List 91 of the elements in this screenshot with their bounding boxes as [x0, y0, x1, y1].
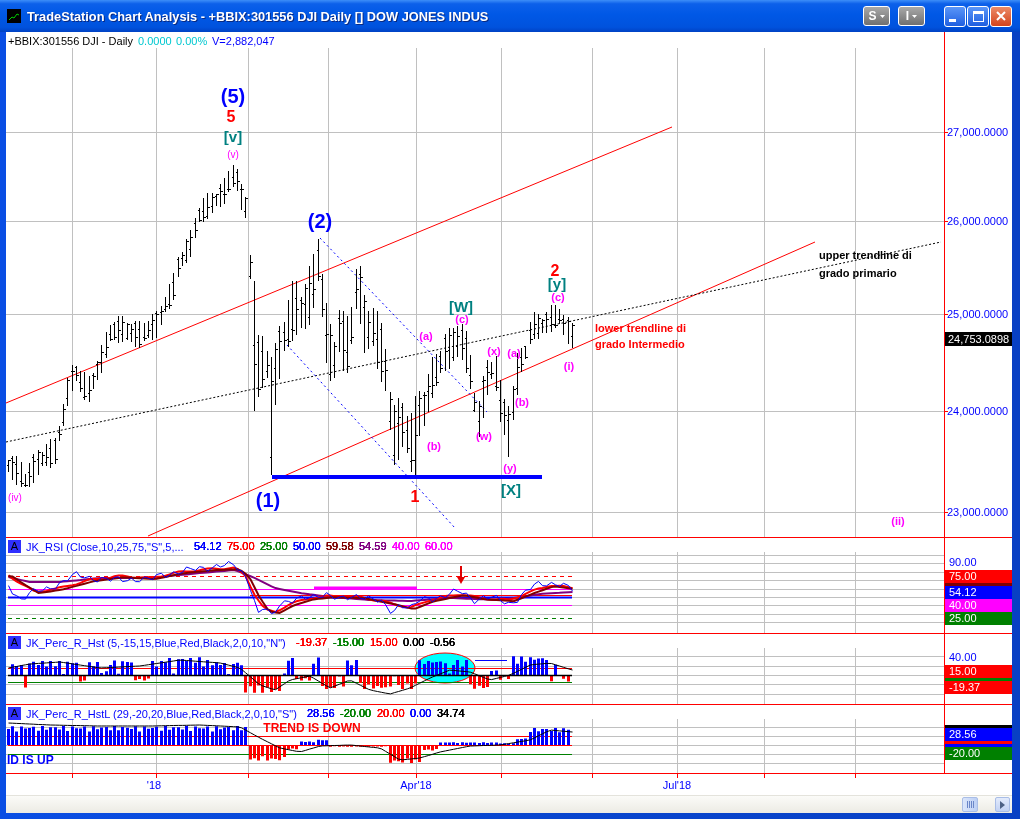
wave-label: (2) — [307, 210, 333, 232]
study-value: 54.59 — [359, 540, 387, 553]
price-change: 0.0000 — [138, 35, 172, 47]
date-axis-label: Apr'18 — [400, 779, 432, 791]
marker-line — [474, 660, 508, 661]
wave-label: (c) — [551, 291, 565, 303]
menu-button[interactable]: S — [863, 6, 890, 26]
axis-value-tag: 75.00 — [945, 570, 1012, 583]
wave-label: (c) — [455, 313, 469, 325]
study-value: 28.56 — [307, 707, 335, 720]
study-name: JK_Perc_R_Hst (5,-15,15,Blue,Red,Black,2,0,10,"N") — [26, 636, 286, 649]
minimize-button[interactable] — [944, 5, 966, 27]
study-value: 25.00 — [260, 540, 288, 553]
axis-value-tag: 40.00 — [945, 599, 1012, 612]
study-value: -19.37 — [296, 636, 328, 649]
study-value: 54.12 — [194, 540, 222, 553]
study-value: 60.00 — [425, 540, 453, 553]
menu-button[interactable]: I — [898, 6, 925, 26]
study-value: -20.00 — [340, 707, 372, 720]
price-axis-label: 23,000.0000 — [947, 506, 1009, 518]
wave-label: (1) — [255, 489, 281, 511]
wave-label: (i) — [563, 360, 575, 372]
wave-label: (x) — [487, 345, 501, 357]
study-value: 34.74 — [437, 707, 465, 720]
wave-label: (w) — [476, 430, 492, 442]
study-value: 40.00 — [392, 540, 420, 553]
axis-label: 40.00 — [949, 651, 977, 664]
last-price-tag: 24,753.0898 — [945, 332, 1012, 346]
axis-value-tag: -19.37 — [945, 681, 1012, 694]
study-name: JK_Perc_R_HstL (29,-20,20,Blue,Red,Black,2,0,10,"S") — [26, 707, 297, 720]
study-tag: A — [8, 707, 21, 720]
volume-label: V=2,882,047 — [212, 35, 275, 47]
caret-icon — [912, 14, 918, 18]
percent-change: 0.00% — [176, 35, 208, 47]
scroll-thumb[interactable] — [962, 797, 978, 812]
axis-label: 90.00 — [949, 556, 977, 569]
wave-label: 5 — [226, 108, 236, 125]
study-value: 0.00 — [410, 707, 432, 720]
study-value: 59.58 — [326, 540, 354, 553]
study-tag: A — [8, 636, 21, 649]
wave-label: (ii) — [891, 515, 905, 527]
caret-icon — [879, 14, 885, 18]
study-value: 0.00 — [403, 636, 425, 649]
wave-label: (iv) — [8, 492, 22, 503]
wave-label: (5) — [220, 85, 246, 107]
axis-value-tag: 25.00 — [945, 612, 1012, 625]
wave-label: (b) — [427, 440, 441, 452]
scroll-right-button[interactable] — [995, 797, 1010, 812]
maximize-button[interactable] — [967, 5, 989, 27]
trend-note: TREND IS DOWN — [263, 721, 361, 735]
close-button[interactable] — [990, 5, 1012, 27]
date-axis-label: '18 — [146, 779, 162, 791]
chart-app-icon — [7, 9, 21, 23]
axis-value-tag: 28.56 — [945, 728, 1012, 741]
study-value: 75.00 — [227, 540, 255, 553]
price-axis-label: 26,000.0000 — [947, 215, 1009, 227]
wave-label: (a) — [507, 347, 521, 359]
symbol-label: +BBIX:301556 DJI - Daily — [8, 35, 134, 47]
axis-value-tag: 15.00 — [945, 665, 1012, 678]
study-value: -0.56 — [430, 636, 456, 649]
close-icon — [996, 11, 1006, 21]
minimize-icon — [949, 18, 956, 22]
price-axis-label: 24,000.0000 — [947, 405, 1009, 417]
maximize-icon — [972, 10, 984, 22]
study-value: -15.00 — [333, 636, 365, 649]
wave-label: (a) — [419, 330, 433, 342]
study-value: 50.00 — [293, 540, 321, 553]
window-title: TradeStation Chart Analysis - +BBIX:301556 DJI Daily [] DOW JONES INDUS — [27, 8, 489, 24]
chevron-right-icon — [1000, 800, 1005, 809]
horizontal-scrollbar[interactable] — [6, 795, 1012, 813]
axis-value-tag: -20.00 — [945, 747, 1012, 760]
date-axis-label: Jul'18 — [662, 779, 692, 791]
wave-label: 1 — [410, 488, 420, 505]
study-value: 20.00 — [377, 707, 405, 720]
wave-label: (v) — [227, 149, 239, 160]
wave-label: (b) — [515, 396, 529, 408]
wave-label: [W] — [448, 298, 474, 315]
grip-icon — [966, 801, 974, 808]
price-axis-label: 27,000.0000 — [947, 126, 1009, 138]
trendline-note: lower trendline di grado Intermedio — [595, 322, 687, 350]
study-name: JK_RSI (Close,10,25,75,"S",5,... — [26, 540, 184, 553]
wave-label: (y) — [503, 462, 517, 474]
price-axis-label: 25,000.0000 — [947, 308, 1009, 320]
highlight-ellipse — [414, 652, 476, 684]
study-tag: A — [8, 540, 21, 553]
trend-note: ID IS UP — [7, 753, 54, 767]
axis-value-tag: 54.12 — [945, 586, 1012, 599]
down-arrow-icon — [457, 566, 465, 584]
wave-label: [v] — [223, 128, 243, 145]
wave-label: [X] — [501, 481, 521, 498]
study-value: 15.00 — [370, 636, 398, 649]
